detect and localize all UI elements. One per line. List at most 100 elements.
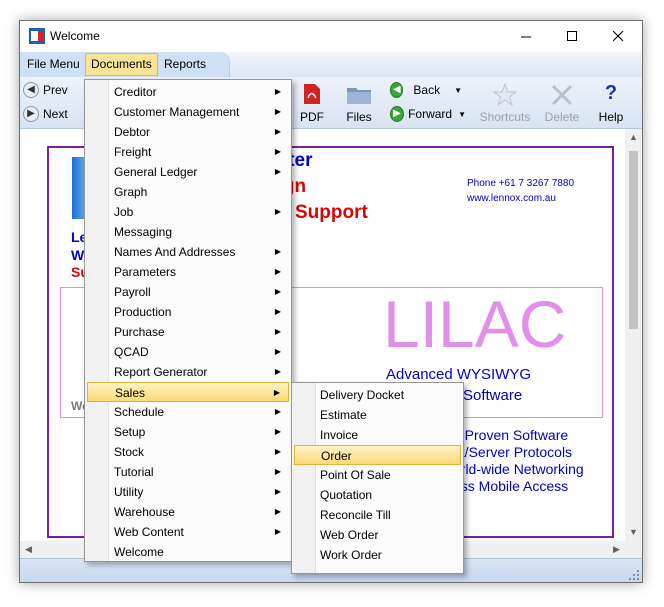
documents-menu-item[interactable]: Warehouse ▶ bbox=[87, 502, 289, 522]
submenu-arrow-icon: ▶ bbox=[274, 487, 281, 496]
documents-menu-item-label: Schedule bbox=[114, 405, 165, 419]
menu-reports[interactable]: Reports bbox=[159, 53, 211, 76]
contact-phone: Phone +61 7 3267 7880 bbox=[467, 178, 575, 189]
sales-menu-item[interactable]: Invoice bbox=[294, 425, 461, 445]
prev-button[interactable]: ◀ Prev bbox=[23, 79, 68, 101]
documents-menu-item-label: Job bbox=[114, 205, 134, 219]
sales-menu-item[interactable]: Order bbox=[294, 445, 461, 465]
documents-menu-item[interactable]: Sales ▶ bbox=[87, 382, 289, 402]
documents-menu-item[interactable]: Production ▶ bbox=[87, 302, 289, 322]
delete-x-icon bbox=[551, 84, 573, 106]
back-label: Back bbox=[413, 83, 441, 97]
documents-menu-item[interactable]: QCAD ▶ bbox=[87, 342, 289, 362]
help-button[interactable]: ? Help bbox=[593, 80, 629, 126]
files-button[interactable]: Files bbox=[339, 80, 379, 126]
lilac-title: LILAC bbox=[383, 287, 567, 361]
submenu-arrow-icon: ▶ bbox=[274, 507, 281, 516]
submenu-arrow-icon: ▶ bbox=[274, 287, 281, 296]
contact-website[interactable]: www.lennox.com.au bbox=[467, 193, 556, 204]
submenu-arrow-icon: ▶ bbox=[274, 467, 281, 476]
delete-label: Delete bbox=[544, 110, 580, 124]
documents-menu-item[interactable]: Report Generator ▶ bbox=[87, 362, 289, 382]
sales-menu-item[interactable]: Point Of Sale bbox=[294, 465, 461, 485]
forward-label: Forward bbox=[408, 107, 453, 121]
help-label: Help bbox=[598, 110, 624, 124]
menu-documents[interactable]: Documents bbox=[85, 53, 158, 76]
documents-menu-item[interactable]: Schedule ▶ bbox=[87, 402, 289, 422]
documents-menu-item[interactable]: Parameters ▶ bbox=[87, 262, 289, 282]
documents-menu-item[interactable]: Messaging bbox=[87, 222, 289, 242]
close-icon bbox=[612, 31, 623, 42]
sales-menu-item-label: Invoice bbox=[320, 428, 359, 442]
scroll-right-icon[interactable]: ▶ bbox=[608, 541, 625, 558]
back-dropdown-icon[interactable]: ▼ bbox=[454, 86, 462, 95]
minimize-button[interactable] bbox=[503, 21, 549, 52]
sales-menu-item[interactable]: Work Order bbox=[294, 545, 461, 565]
documents-dropdown: Creditor ▶ Customer Management ▶ Debtor ▶ Frei… bbox=[84, 79, 292, 562]
documents-menu-item[interactable]: Utility ▶ bbox=[87, 482, 289, 502]
documents-menu-item[interactable]: Welcome bbox=[87, 542, 289, 562]
documents-menu-item-label: Welcome bbox=[114, 545, 164, 559]
documents-menu-item[interactable]: General Ledger ▶ bbox=[87, 162, 289, 182]
documents-menu-item-label: Creditor bbox=[114, 85, 157, 99]
sales-menu-item-label: Estimate bbox=[320, 408, 367, 422]
documents-menu-item-label: Parameters bbox=[114, 265, 177, 279]
back-button[interactable]: ◀ Back ▼ bbox=[390, 79, 462, 101]
documents-menu-item[interactable]: Stock ▶ bbox=[87, 442, 289, 462]
sales-menu-item[interactable]: Delivery Docket bbox=[294, 385, 461, 405]
shortcuts-button[interactable]: Shortcuts bbox=[469, 80, 541, 126]
submenu-arrow-icon: ▶ bbox=[274, 367, 281, 376]
feature-line-4: ess Mobile Access bbox=[453, 478, 569, 494]
sales-menu-item-label: Web Order bbox=[320, 528, 379, 542]
documents-menu-item[interactable]: Customer Management ▶ bbox=[87, 102, 289, 122]
feature-line-1: t, Proven Software bbox=[453, 427, 569, 443]
submenu-arrow-icon: ▶ bbox=[274, 347, 281, 356]
documents-menu-item[interactable]: Names And Addresses ▶ bbox=[87, 242, 289, 262]
documents-menu-item[interactable]: Web Content ▶ bbox=[87, 522, 289, 542]
documents-menu-item-label: Web Content bbox=[114, 525, 184, 539]
documents-menu-item[interactable]: Freight ▶ bbox=[87, 142, 289, 162]
documents-menu-item[interactable]: Setup ▶ bbox=[87, 422, 289, 442]
documents-menu-item-label: Freight bbox=[114, 145, 152, 159]
files-label: Files bbox=[346, 110, 372, 124]
shortcuts-label: Shortcuts bbox=[479, 110, 531, 124]
documents-menu-item[interactable]: Creditor ▶ bbox=[87, 82, 289, 102]
documents-menu-item-label: Warehouse bbox=[114, 505, 175, 519]
vertical-scrollbar[interactable]: ▲ ▼ bbox=[625, 129, 642, 541]
back-arrow-icon: ◀ bbox=[390, 82, 404, 98]
sales-menu-item-label: Point Of Sale bbox=[320, 468, 391, 482]
next-button[interactable]: ▶ Next bbox=[23, 103, 68, 125]
documents-menu-item-label: Sales bbox=[115, 386, 146, 400]
documents-menu-item[interactable]: Purchase ▶ bbox=[87, 322, 289, 342]
maximize-button[interactable] bbox=[549, 21, 595, 52]
close-button[interactable] bbox=[595, 21, 641, 52]
documents-menu-item[interactable]: Tutorial ▶ bbox=[87, 462, 289, 482]
feature-line-2: nt/Server Protocols bbox=[453, 444, 573, 460]
sales-menu-item[interactable]: Reconcile Till bbox=[294, 505, 461, 525]
forward-dropdown-icon[interactable]: ▼ bbox=[458, 110, 466, 119]
delete-button[interactable]: Delete bbox=[541, 80, 583, 126]
documents-menu-item[interactable]: Job ▶ bbox=[87, 202, 289, 222]
scroll-down-icon[interactable]: ▼ bbox=[625, 524, 642, 541]
heading-line-3: Support bbox=[295, 202, 368, 223]
sales-menu-item[interactable]: Web Order bbox=[294, 525, 461, 545]
documents-menu-item-label: Production bbox=[114, 305, 172, 319]
scroll-up-icon[interactable]: ▲ bbox=[625, 129, 642, 146]
documents-menu-item[interactable]: Payroll ▶ bbox=[87, 282, 289, 302]
pdf-button[interactable]: PDF bbox=[293, 80, 331, 126]
feature-line-3: orld-wide Networking bbox=[453, 461, 584, 477]
menu-file[interactable]: File Menu bbox=[22, 53, 85, 76]
resize-grip-icon[interactable] bbox=[628, 569, 640, 581]
forward-button[interactable]: ▶ Forward ▼ bbox=[390, 103, 466, 125]
documents-menu-item[interactable]: Graph bbox=[87, 182, 289, 202]
documents-menu-item[interactable]: Debtor ▶ bbox=[87, 122, 289, 142]
sales-menu-item[interactable]: Estimate bbox=[294, 405, 461, 425]
sales-menu-item-label: Work Order bbox=[320, 548, 382, 562]
vertical-scroll-thumb[interactable] bbox=[629, 151, 638, 329]
submenu-arrow-icon: ▶ bbox=[274, 87, 281, 96]
documents-menu-item-label: Graph bbox=[114, 185, 148, 199]
documents-menu-item-label: Tutorial bbox=[114, 465, 154, 479]
documents-menu-item-label: Purchase bbox=[114, 325, 165, 339]
sales-menu-item[interactable]: Quotation bbox=[294, 485, 461, 505]
scroll-left-icon[interactable]: ◀ bbox=[20, 541, 37, 558]
